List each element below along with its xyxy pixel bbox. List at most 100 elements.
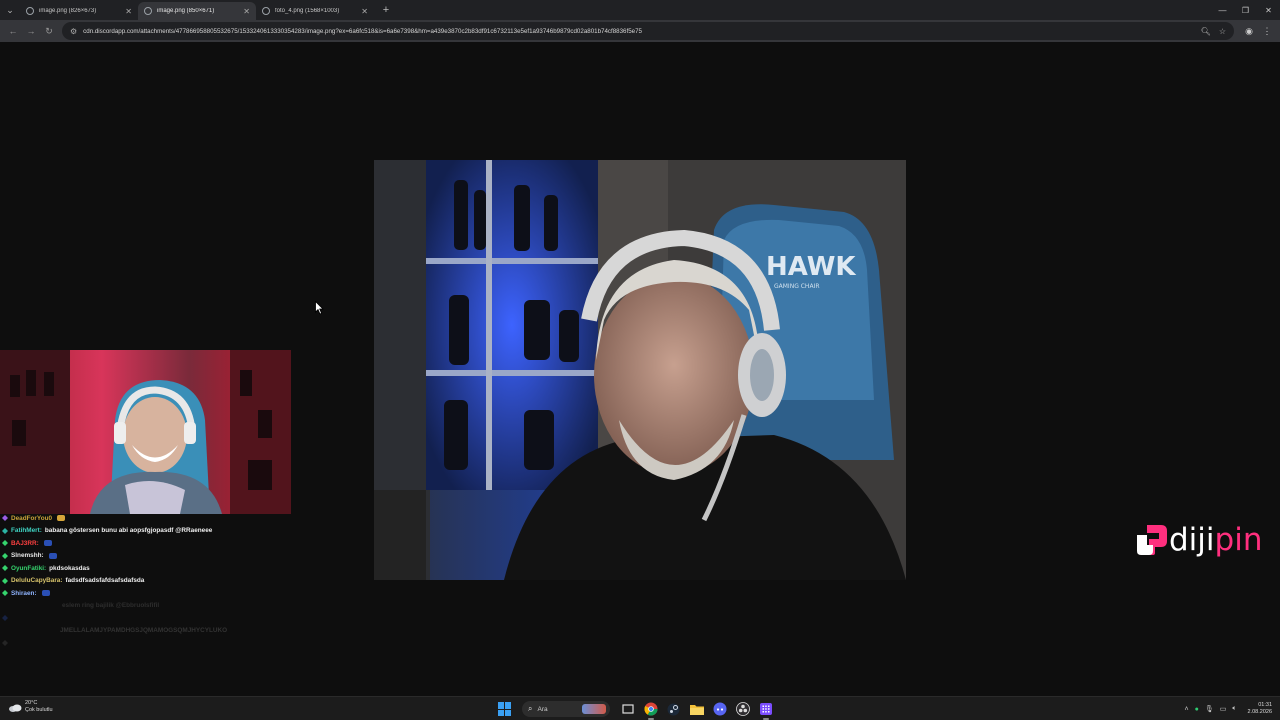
chat-username: FatihMert: — [11, 527, 42, 535]
restore-icon[interactable]: ❐ — [1234, 0, 1257, 20]
chat-username: DeluluCapyBara: — [11, 577, 63, 585]
page-viewport: HAWK GAMING CHAIR DeadForYou0 FatihMert:… — [0, 42, 1280, 696]
weather-widget[interactable]: 20°C Çok bulutlu — [8, 700, 53, 714]
chat-badge-icon — [2, 615, 8, 622]
webcam-overlay — [0, 350, 291, 514]
tab-label: image.png (826×673) — [39, 8, 97, 14]
clock[interactable]: 01:31 2.08.2026 — [1248, 702, 1272, 716]
task-view-icon[interactable] — [619, 700, 637, 718]
back-icon[interactable]: ← — [4, 22, 22, 40]
chat-username: BAJ3RR: — [11, 539, 39, 547]
dijipin-watermark: dijipin — [1135, 523, 1262, 557]
system-tray: ˄ ● 🎙︎ ▭ 🔈︎ 01:31 2.08.2026 — [1181, 700, 1272, 718]
chat-message: DeluluCapyBara: fadsdfsadsfafdsafsdafsda — [2, 575, 292, 588]
chat-badge-icon — [2, 640, 8, 647]
close-tab-icon[interactable]: ✕ — [125, 7, 132, 16]
chat-username: DeadForYou0 — [11, 514, 53, 522]
chat-badge-icon — [2, 577, 8, 584]
tab-2-active[interactable]: image.png (850×671) ✕ — [138, 2, 256, 20]
chat-message: Shiraen: — [2, 587, 292, 600]
tab-3[interactable]: foto_4.png (1568×1003) ✕ — [256, 2, 374, 20]
chat-emote-icon — [41, 590, 50, 597]
network-icon[interactable]: ▭ — [1220, 705, 1227, 713]
globe-icon — [262, 7, 270, 15]
search-label: Ara — [537, 705, 548, 713]
globe-icon — [144, 7, 152, 15]
new-tab-button[interactable]: + — [378, 4, 394, 16]
chat-text: JMELLALAMJYPAMDHGSJQMAMOGSQMJHYCYLUKO — [60, 627, 228, 635]
tab-search-icon[interactable]: ⌄ — [0, 0, 20, 20]
clock-date: 2.08.2026 — [1247, 709, 1272, 715]
weather-desc: Çok bulutlu — [25, 707, 53, 713]
bookmark-star-icon[interactable]: ☆ — [1219, 27, 1226, 36]
search-icon: ⌕ — [528, 704, 533, 713]
clock-time: 01:31 — [1258, 702, 1272, 708]
site-info-icon[interactable]: ⚙ — [70, 27, 77, 36]
chat-username: Shiraen: — [11, 589, 37, 597]
reload-icon[interactable]: ↻ — [40, 22, 58, 40]
speaker-icon[interactable]: 🔈︎ — [1232, 705, 1236, 713]
chat-badge-icon — [2, 552, 8, 559]
chat-message-faded: JMELLALAMJYPAMDHGSJQMAMOGSQMJHYCYLUKO — [2, 625, 292, 638]
profile-icon[interactable]: ◉ — [1240, 26, 1258, 37]
chat-message: Slnemshh: — [2, 550, 292, 563]
chat-message: DeadForYou0 — [2, 512, 292, 525]
zoom-icon[interactable]: 🔍︎ — [1201, 27, 1211, 36]
svg-text:HAWK: HAWK — [766, 252, 856, 282]
chrome-icon[interactable] — [642, 700, 660, 720]
minimize-icon[interactable]: — — [1211, 0, 1234, 20]
chat-text: eslem ring bajilik @Ebbruolsfifil — [62, 602, 160, 610]
chat-text: pkdsokasdas — [49, 564, 90, 572]
discord-icon[interactable] — [711, 700, 729, 718]
chat-text: fadsdfsadsfafdsafsdafsda — [65, 577, 145, 585]
forward-icon[interactable]: → — [22, 22, 40, 40]
chat-emote-icon — [43, 540, 52, 547]
tab-1[interactable]: image.png (826×673) ✕ — [20, 2, 138, 20]
microphone-icon[interactable]: 🎙︎ — [1205, 705, 1214, 713]
window-controls: — ❐ ✕ — [1211, 0, 1280, 20]
tab-label: image.png (850×671) — [157, 8, 215, 14]
search-highlight-image — [582, 704, 606, 714]
obs-icon[interactable] — [734, 700, 752, 718]
chat-emote-icon — [48, 552, 57, 559]
address-bar[interactable]: ⚙ cdn.discordapp.com/attachments/4778669… — [62, 22, 1234, 40]
chat-username: Slnemshh: — [11, 552, 44, 560]
chat-message: FatihMert: babana göstersen bunu abi aop… — [2, 525, 292, 538]
chat-message-faded: eslem ring bajilik @Ebbruolsfifil — [2, 600, 292, 613]
chat-badge-icon — [2, 515, 8, 522]
globe-icon — [26, 7, 34, 15]
close-window-icon[interactable]: ✕ — [1257, 0, 1280, 20]
tab-strip: ⌄ image.png (826×673) ✕ image.png (850×6… — [0, 0, 1280, 20]
mouse-cursor-icon — [315, 301, 324, 315]
chat-badge-icon — [2, 540, 8, 547]
close-tab-icon[interactable]: ✕ — [361, 7, 368, 16]
streamer-photo: HAWK GAMING CHAIR — [374, 160, 906, 580]
file-explorer-icon[interactable] — [688, 700, 706, 718]
chat-username: OyunFatiki: — [11, 564, 47, 572]
chat-badge-icon — [2, 590, 8, 597]
status-dot-icon[interactable]: ● — [1195, 706, 1199, 713]
chat-overlay: DeadForYou0 FatihMert: babana göstersen … — [2, 512, 292, 650]
chat-badge-icon — [2, 565, 8, 572]
chat-emote-icon — [57, 515, 66, 522]
webcam-feed — [0, 350, 291, 514]
menu-icon[interactable]: ⋮ — [1258, 26, 1276, 37]
displayed-image[interactable]: HAWK GAMING CHAIR — [374, 160, 906, 580]
chat-message-faded — [2, 637, 292, 650]
tab-label: foto_4.png (1568×1003) — [275, 8, 340, 14]
chevron-up-icon[interactable]: ˄ — [1184, 706, 1188, 713]
windows-start-icon[interactable] — [498, 702, 512, 716]
taskbar-apps: ⌕ Ara — [498, 700, 777, 720]
watermark-text: dijipin — [1169, 524, 1262, 556]
steam-icon[interactable] — [665, 700, 683, 718]
browser-toolbar: ← → ↻ ⚙ cdn.discordapp.com/attachments/4… — [0, 20, 1280, 42]
weather-temp: 20°C — [25, 700, 38, 706]
chat-text: babana göstersen bunu abi aopsfgjopasdf … — [44, 527, 213, 535]
url-text[interactable]: cdn.discordapp.com/attachments/477866958… — [83, 28, 1193, 35]
chat-message: OyunFatiki: pkdsokasdas — [2, 562, 292, 575]
twitch-app-icon[interactable] — [757, 700, 775, 720]
svg-text:GAMING CHAIR: GAMING CHAIR — [774, 283, 820, 290]
taskbar-search[interactable]: ⌕ Ara — [522, 701, 610, 717]
chat-badge-icon — [2, 527, 8, 534]
close-tab-icon[interactable]: ✕ — [243, 7, 250, 16]
